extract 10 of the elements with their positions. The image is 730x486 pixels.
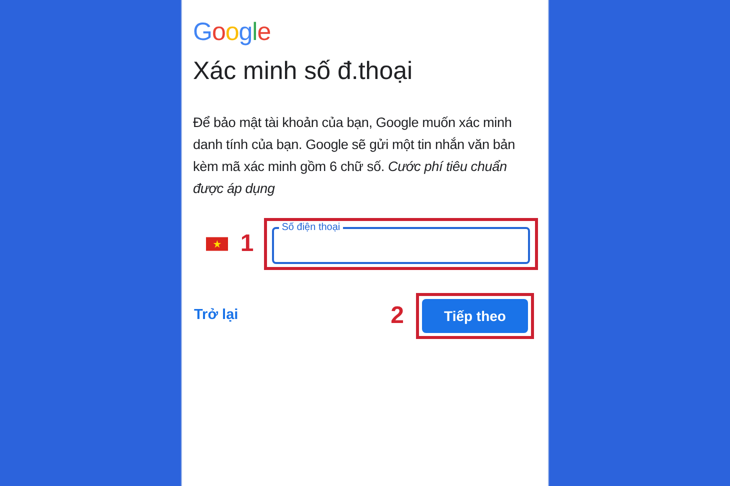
- step-number: 2: [390, 304, 404, 328]
- field-label: Số điện thoại: [280, 222, 342, 234]
- google-logo: Google: [193, 18, 271, 46]
- back-link[interactable]: Trở lại: [194, 305, 238, 327]
- phone-number-field[interactable]: Số điện thoại: [272, 222, 530, 264]
- step-number: 1: [240, 232, 254, 256]
- flag-icon: [206, 237, 228, 251]
- page-title: Xác minh số đ.thoại: [193, 56, 413, 86]
- next-button[interactable]: Tiếp theo: [422, 299, 528, 333]
- description-text: Để bảo mật tài khoản của bạn, Google muốn xác minh danh tính của bạn. Google sẽ gửi một tin nhắn văn bản kèm mã xác minh gồm 6 chữ số. Cước phí tiêu chuẩn được áp dụng: [193, 114, 516, 198]
